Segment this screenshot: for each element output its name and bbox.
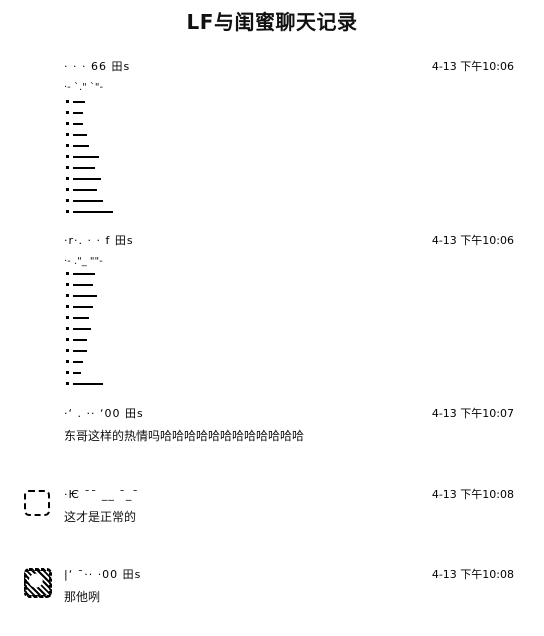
redacted-bar [73, 200, 103, 202]
bullet-dot [66, 338, 69, 341]
redacted-bar [73, 178, 101, 180]
bullet-dot [66, 360, 69, 363]
bullet-dot [66, 166, 69, 169]
message-time: 4-13 下午10:06 [431, 234, 514, 247]
message-text: 这才是正常的 [64, 510, 137, 524]
bullet-dot [66, 272, 69, 275]
bullet-dot [66, 144, 69, 147]
message-sender: ·‘ . ·· ‘00 田s [64, 407, 144, 420]
avatar [24, 568, 52, 598]
page-title: LF与闺蜜聊天记录 [186, 10, 358, 34]
redacted-bar [73, 284, 93, 286]
bullet-dot [66, 188, 69, 191]
message-first-line: ·- `." `"- [64, 82, 104, 93]
redacted-bar [73, 306, 93, 308]
bullet-dot [66, 100, 69, 103]
message-sender: ·r·. · · f 田s [64, 234, 134, 247]
redacted-bar [73, 383, 103, 385]
redacted-bar [73, 295, 97, 297]
redacted-bar [73, 350, 87, 352]
bullet-dot [66, 316, 69, 319]
redacted-bar [73, 317, 89, 319]
redacted-bar [73, 123, 83, 125]
redacted-bar [73, 339, 87, 341]
message-time: 4-13 下午10:08 [431, 488, 514, 501]
redacted-bar [73, 189, 97, 191]
message-sender: |‘ ˉ·· ·00 田s [64, 568, 142, 581]
message-time: 4-13 下午10:08 [431, 568, 514, 581]
bullet-dot [66, 327, 69, 330]
redacted-bar [73, 134, 87, 136]
bullet-dot [66, 210, 69, 213]
redacted-bar [73, 145, 89, 147]
bullet-dot [66, 305, 69, 308]
bullet-dot [66, 155, 69, 158]
bullet-dot [66, 177, 69, 180]
message-sender: · · · 66 田s [64, 60, 131, 73]
bullet-dot [66, 133, 69, 136]
bullet-dot [66, 283, 69, 286]
redacted-bar [73, 372, 81, 374]
bullet-dot [66, 111, 69, 114]
message-sender: ·Ѥ ˉˉ __ ˉ_ˉ [64, 488, 139, 501]
redacted-bar [73, 156, 99, 158]
bullet-dot [66, 199, 69, 202]
message-time: 4-13 下午10:07 [431, 407, 514, 420]
bullet-dot [66, 371, 69, 374]
bullet-dot [66, 382, 69, 385]
avatar [24, 490, 50, 516]
redacted-bar [73, 167, 95, 169]
message-time: 4-13 下午10:06 [431, 60, 514, 73]
bullet-dot [66, 122, 69, 125]
redacted-bar [73, 328, 91, 330]
redacted-bar [73, 112, 83, 114]
redacted-bar [73, 211, 113, 213]
message-first-line: ·- ."_ ""- [64, 256, 103, 267]
redacted-bar [73, 361, 83, 363]
message-text: 东哥这样的热情吗哈哈哈哈哈哈哈哈哈哈哈哈 [64, 429, 305, 443]
redacted-bar [73, 101, 85, 103]
redacted-bar [73, 273, 95, 275]
bullet-dot [66, 349, 69, 352]
bullet-dot [66, 294, 69, 297]
message-text: 那他咧 [64, 590, 101, 604]
